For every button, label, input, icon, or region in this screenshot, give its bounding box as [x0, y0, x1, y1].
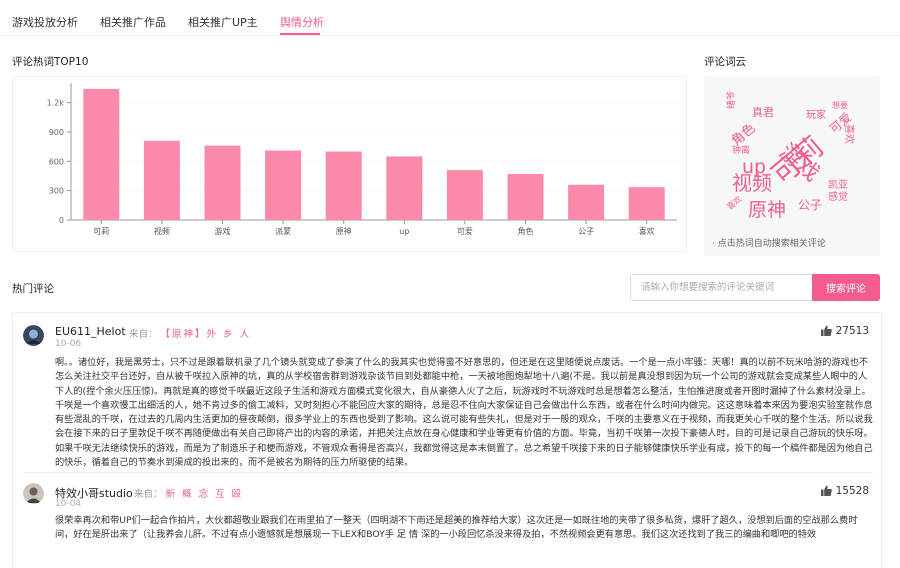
y-tick-label: 300: [49, 187, 64, 196]
cloud-word[interactable]: 绪爷: [725, 91, 737, 109]
x-tick-label: 角色: [518, 226, 534, 236]
word-cloud-panel: 绪爷 真君 游戏 玩家 想要 喜欢 角色 钟离 up 可莉 可爱 视频 凯亚 感…: [704, 76, 880, 256]
avatar[interactable]: [23, 325, 44, 346]
comment-list: EU611_Helot 来自： 【原神】外 乡 人 10-06 27513 啊。…: [12, 312, 882, 568]
comment-username[interactable]: EU611_Helot: [55, 325, 126, 338]
cloud-word[interactable]: 钟离: [732, 144, 750, 156]
cloud-word[interactable]: 喜欢: [725, 194, 744, 212]
bar-可爱[interactable]: [446, 170, 483, 220]
search-comments-button[interactable]: 搜索评论: [812, 274, 880, 301]
comment-source-video[interactable]: 【原神】外 乡 人: [161, 329, 252, 340]
comment-source: 来自： 新 概 念 互 殴: [134, 486, 243, 500]
avatar[interactable]: [23, 483, 44, 504]
x-tick-label: 可莉: [93, 226, 109, 236]
word-cloud-title: 评论词云: [704, 56, 746, 68]
x-tick-label: 原神: [336, 226, 352, 236]
hot-comments-title: 热门评论: [12, 283, 54, 295]
bar-原神[interactable]: [325, 151, 362, 221]
bar-角色[interactable]: [507, 174, 544, 220]
comment-date: 10-04: [55, 499, 82, 509]
thumbs-up-icon: [820, 485, 832, 496]
y-tick-label: 900: [49, 128, 64, 137]
word-cloud-hint: · 点击热词自动搜索相关评论: [712, 239, 826, 249]
comment-date: 10-06: [55, 339, 82, 349]
cloud-word[interactable]: 感觉: [828, 190, 848, 203]
cloud-word[interactable]: 想要: [832, 100, 848, 110]
cloud-word[interactable]: 公子: [798, 198, 822, 212]
x-tick-label: up: [399, 227, 409, 236]
cloud-word[interactable]: 视频: [732, 171, 772, 195]
comment-text: 啊。。诸位好，我是黑劳士，只不过是跟着联机录了几个镜头就变成了参演了什么的我其实…: [55, 357, 873, 469]
bar-up[interactable]: [386, 156, 423, 220]
y-tick-label: 1.2k: [47, 99, 65, 108]
tab-sentiment-analysis[interactable]: 舆情分析: [280, 14, 324, 30]
x-tick-label: 喜欢: [639, 226, 655, 236]
word-cloud: 绪爷 真君 游戏 玩家 想要 喜欢 角色 钟离 up 可莉 可爱 视频 凯亚 感…: [725, 91, 856, 221]
cloud-word[interactable]: 角色: [728, 120, 758, 149]
comment-search-input[interactable]: [630, 274, 812, 301]
y-tick-label: 600: [49, 157, 64, 166]
cloud-word[interactable]: 原神: [748, 199, 786, 221]
cloud-word[interactable]: 玩家: [806, 108, 826, 121]
cloud-word[interactable]: 真君: [752, 105, 774, 119]
like-count: 27513: [835, 325, 869, 337]
bar-派蒙[interactable]: [265, 150, 302, 220]
tab-related-uploaders[interactable]: 相关推广UP主: [188, 14, 258, 30]
x-tick-label: 游戏: [215, 226, 231, 236]
active-tab-indicator: [280, 33, 320, 35]
x-tick-label: 公子: [578, 227, 594, 236]
comment-likes: 27513: [820, 325, 869, 337]
x-tick-label: 派蒙: [275, 226, 291, 236]
like-count: 15528: [835, 485, 869, 497]
thumbs-up-icon: [820, 325, 832, 336]
cloud-word[interactable]: 凯亚: [828, 178, 848, 191]
comment-source: 来自： 【原神】外 乡 人: [129, 326, 251, 340]
bar-喜欢[interactable]: [628, 187, 665, 220]
y-tick-label: 0: [59, 216, 64, 225]
comment-likes: 15528: [820, 485, 869, 497]
cloud-word[interactable]: 可莉: [765, 130, 829, 191]
hot-words-title: 评论热词TOP10: [12, 56, 89, 68]
comment-divider: [23, 472, 873, 473]
hot-words-bar-chart: 0 300 600 900 1.2k 可莉 视频 游戏 派蒙 原神 up 可爱 角色 公子 喜欢: [47, 83, 677, 236]
hot-words-chart-panel: 0 300 600 900 1.2k 可莉 视频 游戏 派蒙 原神 up 可爱 角色 公子 喜欢: [12, 76, 687, 252]
bar-视频[interactable]: [143, 140, 180, 220]
tab-related-works[interactable]: 相关推广作品: [100, 14, 166, 30]
from-label: 来自：: [129, 329, 158, 340]
comment-text: 很荣幸再次和带UP们一起合作拍片，大伙都超敬业跟我们在雨里拍了一整天（四明湖不下…: [55, 515, 858, 541]
comment-source-video[interactable]: 新 概 念 互 殴: [166, 489, 244, 500]
bar-可莉[interactable]: [83, 88, 120, 220]
tab-bar: 游戏投放分析 相关推广作品 相关推广UP主 舆情分析: [0, 0, 900, 36]
tab-game-placement-analysis[interactable]: 游戏投放分析: [12, 14, 78, 30]
bar-游戏[interactable]: [204, 145, 241, 220]
from-label: 来自：: [134, 489, 163, 500]
x-tick-label: 可爱: [457, 227, 473, 236]
bar-公子[interactable]: [568, 184, 605, 220]
x-tick-label: 视频: [154, 226, 170, 236]
